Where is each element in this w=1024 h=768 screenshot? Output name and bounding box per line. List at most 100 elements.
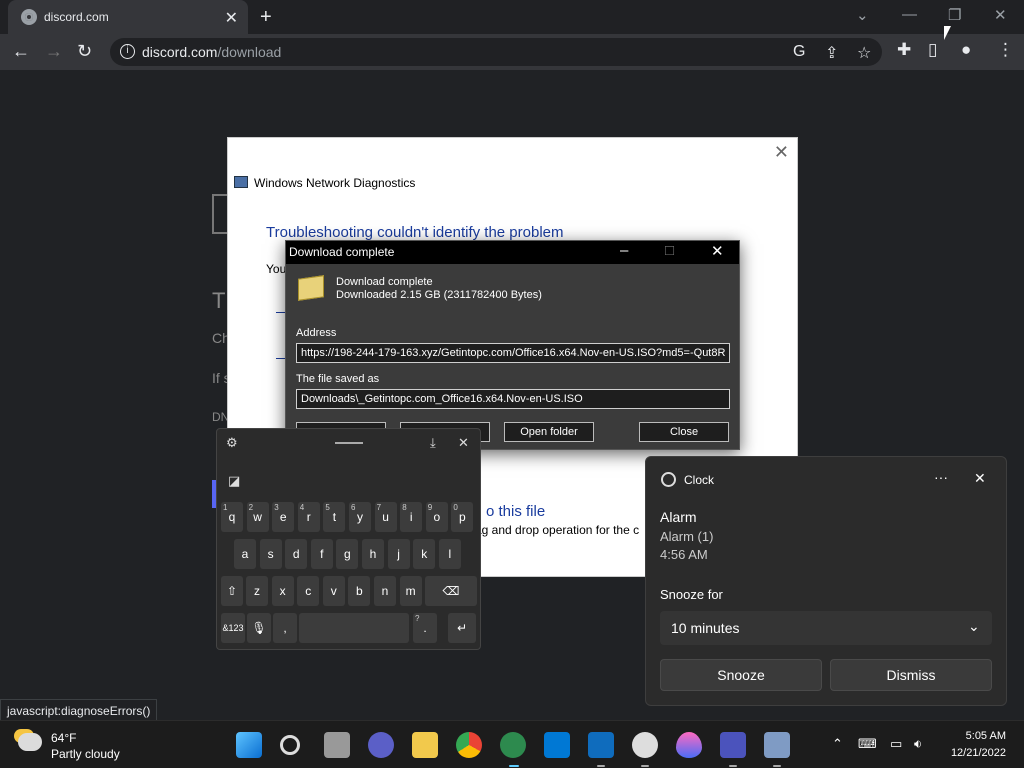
keyboard-close-icon[interactable]: ✕ — [458, 435, 469, 451]
key-q[interactable]: q1 — [221, 502, 243, 532]
notification-close-icon[interactable]: ✕ — [974, 470, 986, 487]
key-h[interactable]: h — [362, 539, 384, 569]
search-icon[interactable] — [280, 735, 300, 755]
start-icon[interactable] — [236, 732, 262, 758]
mail-icon[interactable] — [588, 732, 614, 758]
keyboard-icon[interactable]: ⌨ — [858, 736, 877, 752]
key-o[interactable]: o9 — [425, 502, 448, 532]
key-u[interactable]: u7 — [374, 502, 397, 532]
dialog-maximize-icon[interactable]: □ — [665, 242, 674, 259]
microphone-key[interactable]: 🎙︎ — [247, 613, 271, 643]
side-panel-icon[interactable]: ▯ — [928, 40, 937, 60]
close-window-icon[interactable]: ✕ — [994, 6, 1007, 24]
back-icon[interactable]: ← — [12, 41, 30, 62]
forward-icon[interactable]: → — [45, 41, 63, 62]
menu-icon[interactable]: ⋮ — [997, 40, 1014, 60]
key-a[interactable]: a — [234, 539, 256, 569]
clipboard-icon[interactable]: ◪ — [228, 473, 240, 489]
network-icon[interactable]: ▭ — [890, 736, 902, 752]
tab-close-icon[interactable]: ✕ — [225, 8, 238, 28]
bookmark-star-icon[interactable]: ☆ — [857, 43, 871, 63]
reload-icon[interactable]: ↻ — [77, 41, 92, 62]
diagnostics-close-icon[interactable]: ✕ — [774, 142, 789, 163]
saved-as-field[interactable]: Downloads\_Getintopc.com_Office16.x64.No… — [296, 389, 730, 409]
share-icon[interactable]: ⇪ — [825, 43, 838, 63]
site-info-icon[interactable]: i — [120, 44, 135, 59]
key-z-label: z — [254, 584, 260, 598]
keyboard-drag-handle[interactable] — [335, 442, 363, 444]
key-i[interactable]: i8 — [400, 502, 423, 532]
comma-key[interactable]: , — [273, 613, 297, 643]
address-bar[interactable]: i discord.com/download G ⇪ ☆ — [110, 38, 882, 66]
clock-taskbar-icon[interactable] — [632, 732, 658, 758]
tab-search-icon[interactable]: ⌄ — [856, 6, 869, 24]
google-lens-icon[interactable]: G — [793, 43, 805, 61]
chrome-icon[interactable] — [456, 732, 482, 758]
more-options-icon[interactable]: ··· — [934, 469, 948, 485]
keyboard-dock-icon[interactable]: ⤓ — [430, 435, 436, 451]
diagnostics-link[interactable]: o this file — [486, 503, 545, 520]
key-l[interactable]: l — [438, 539, 461, 569]
control-panel-icon[interactable] — [764, 732, 790, 758]
key-b[interactable]: b — [348, 576, 371, 606]
key-x[interactable]: x — [271, 576, 294, 606]
minimize-icon[interactable]: — — [902, 6, 917, 23]
key-y-label: y — [357, 510, 363, 524]
period-key[interactable]: .? — [413, 613, 437, 643]
shift-key[interactable]: ⇧ — [221, 576, 243, 606]
space-key[interactable] — [299, 613, 409, 643]
address-field[interactable]: https://198-244-179-163.xyz/Getintopc.co… — [296, 343, 730, 363]
numbers-key-label: &123 — [222, 623, 244, 633]
browser-tab[interactable]: discord.com ✕ — [8, 0, 248, 34]
enter-key[interactable]: ↵ — [448, 613, 476, 643]
key-v[interactable]: v — [322, 576, 345, 606]
key-g[interactable]: g — [336, 539, 359, 569]
volume-icon[interactable]: 🔉︎ — [914, 736, 922, 752]
dialog-minimize-icon[interactable]: – — [620, 242, 628, 259]
key-c[interactable]: c — [297, 576, 320, 606]
dismiss-button[interactable]: Dismiss — [830, 659, 992, 691]
taskbar-time[interactable]: 5:05 AM — [960, 730, 1006, 742]
key-f[interactable]: f — [310, 539, 333, 569]
open-folder-button[interactable]: Open folder — [504, 422, 594, 442]
weather-widget[interactable]: 64°F Partly cloudy — [0, 721, 140, 768]
numbers-key[interactable]: &123 — [221, 613, 245, 643]
diagnostics-heading: Troubleshooting couldn't identify the pr… — [266, 224, 564, 241]
new-tab-button[interactable]: + — [260, 6, 272, 29]
snooze-button[interactable]: Snooze — [660, 659, 822, 691]
key-w[interactable]: w2 — [246, 502, 269, 532]
key-j[interactable]: j — [387, 539, 410, 569]
store-icon[interactable] — [544, 732, 570, 758]
keyboard-settings-icon[interactable]: ⚙ — [226, 435, 238, 451]
url-text[interactable]: discord.com/download — [142, 44, 281, 60]
dialog-title-bar[interactable]: Download complete – □ ✕ — [286, 241, 739, 264]
comma-key-label: , — [283, 621, 287, 635]
key-d[interactable]: d — [285, 539, 308, 569]
key-m[interactable]: m — [399, 576, 422, 606]
network-diagnostics-taskbar-icon[interactable] — [500, 732, 526, 758]
key-e[interactable]: e3 — [272, 502, 295, 532]
key-z[interactable]: z — [246, 576, 268, 606]
key-k[interactable]: k — [413, 539, 436, 569]
task-view-icon[interactable] — [324, 732, 350, 758]
file-explorer-icon[interactable] — [412, 732, 438, 758]
key-d-label: d — [292, 547, 300, 561]
chat-icon[interactable] — [368, 732, 394, 758]
chevron-up-icon[interactable]: ⌃ — [832, 736, 843, 752]
restore-icon[interactable]: ❐ — [948, 6, 961, 24]
key-s[interactable]: s — [259, 539, 282, 569]
taskbar-date[interactable]: 12/21/2022 — [946, 747, 1006, 759]
key-y[interactable]: y6 — [349, 502, 371, 532]
key-n[interactable]: n — [374, 576, 396, 606]
backspace-key[interactable]: ⌫ — [425, 576, 477, 606]
profile-icon[interactable]: ● — [961, 40, 971, 60]
key-p[interactable]: p0 — [451, 502, 474, 532]
extensions-icon[interactable]: ✚ — [897, 40, 911, 60]
key-t[interactable]: t5 — [323, 502, 346, 532]
dialog-close-icon[interactable]: ✕ — [711, 242, 724, 260]
teams-icon[interactable] — [720, 732, 746, 758]
snooze-dropdown[interactable]: 10 minutes ⌄ — [660, 611, 992, 645]
close-button[interactable]: Close — [639, 422, 729, 442]
paint-icon[interactable] — [676, 732, 702, 758]
key-r[interactable]: r4 — [297, 502, 320, 532]
